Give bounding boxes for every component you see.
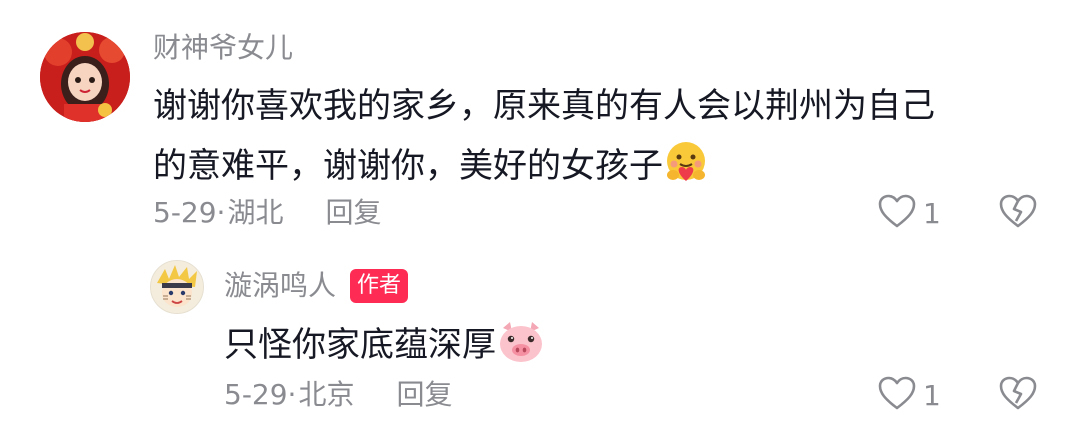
comment-date: 5-29 [153, 196, 217, 229]
like-count: 1 [923, 378, 941, 412]
comment-text-line: 谢谢你喜欢我的家乡，原来真的有人会以荆州为自己 [153, 86, 935, 126]
like-button[interactable]: 1 [877, 374, 941, 416]
comment-text: 只怪你家底蕴深厚 [224, 320, 546, 377]
username[interactable]: 财神爷女儿 [153, 28, 293, 68]
comment-location: 北京 [298, 378, 355, 411]
meta-separator: · [287, 378, 297, 411]
comment-text-line-wrap: 的意难平，谢谢你，美好的女孩子 [153, 139, 935, 198]
hug-emoji-icon [663, 139, 709, 198]
username-text[interactable]: 漩涡鸣人 [224, 266, 336, 306]
author-badge: 作者 [350, 269, 409, 303]
broken-heart-icon [999, 376, 1037, 410]
like-count: 1 [923, 196, 941, 230]
like-button[interactable]: 1 [877, 192, 941, 234]
comment-text-line: 的意难平，谢谢你，美好的女孩子 [153, 146, 663, 186]
comment-date: 5-29 [224, 378, 288, 411]
avatar-image [40, 32, 130, 122]
broken-heart-icon [999, 194, 1037, 228]
reply-button[interactable]: 回复 [325, 193, 381, 233]
heart-outline-icon [877, 193, 917, 233]
comment-location: 湖北 [227, 196, 284, 229]
reply-item: 漩涡鸣人 作者 只怪你家底蕴深厚 5-29 · 北京 回复 1 [0, 250, 1080, 428]
comment-text-line: 只怪你家底蕴深厚 [224, 325, 496, 365]
dislike-button[interactable] [998, 374, 1038, 416]
comment-text: 谢谢你喜欢我的家乡，原来真的有人会以荆州为自己 的意难平，谢谢你，美好的女孩子 [153, 82, 935, 198]
avatar[interactable] [40, 32, 130, 122]
dislike-button[interactable] [998, 192, 1038, 234]
comment-meta: 5-29 · 湖北 回复 [153, 193, 381, 233]
heart-outline-icon [877, 375, 917, 415]
reply-button[interactable]: 回复 [396, 375, 452, 415]
avatar[interactable] [150, 260, 204, 314]
comment-meta: 5-29 · 北京 回复 [224, 375, 452, 415]
comment-item: 财神爷女儿 谢谢你喜欢我的家乡，原来真的有人会以荆州为自己 的意难平，谢谢你，美… [0, 0, 1080, 250]
pig-emoji-icon [496, 320, 546, 377]
username: 漩涡鸣人 作者 [224, 266, 409, 306]
avatar-image [151, 261, 203, 313]
meta-separator: · [216, 196, 226, 229]
